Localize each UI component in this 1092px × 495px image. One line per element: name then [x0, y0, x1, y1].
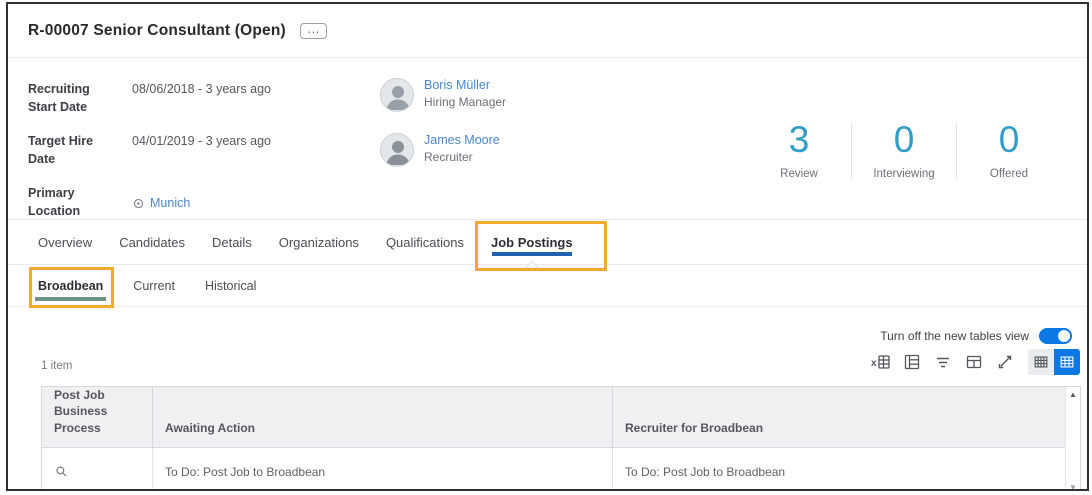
scroll-down-icon[interactable]: ▼ — [1069, 484, 1077, 490]
scroll-up-icon[interactable]: ▲ — [1069, 391, 1077, 399]
new-tables-view-toggle[interactable] — [1039, 328, 1072, 344]
person-name-link[interactable]: Boris Müller — [424, 78, 506, 92]
subtab-current[interactable]: Current — [133, 265, 175, 306]
stat-divider — [956, 121, 957, 180]
sub-tab-bar: Broadbean Current Historical — [8, 265, 1087, 308]
table-cell-process — [42, 448, 153, 489]
title-bar: R-00007 Senior Consultant (Open) … — [8, 4, 1087, 58]
stat-count: 3 — [788, 118, 810, 160]
compact-grid-icon[interactable] — [1028, 349, 1054, 375]
tab-details[interactable]: Details — [212, 220, 252, 264]
field-label: Primary Location — [28, 186, 81, 218]
person-hiring-manager: Boris Müller Hiring Manager — [380, 78, 640, 112]
field-label: Target Hire Date — [28, 134, 94, 166]
grid-view-icon[interactable] — [901, 351, 923, 373]
tab-organizations[interactable]: Organizations — [279, 220, 359, 264]
stat-offered[interactable]: 0 Offered — [963, 118, 1055, 181]
person-name-link[interactable]: James Moore — [424, 133, 500, 147]
main-tab-bar: Overview Candidates Details Organization… — [8, 219, 1087, 277]
stat-interviewing[interactable]: 0 Interviewing — [858, 118, 950, 181]
field-recruiting-start-date: Recruiting Start Date 08/06/2018 - 3 yea… — [28, 81, 380, 116]
item-count: 1 item — [41, 360, 73, 372]
svg-text:x: x — [871, 358, 877, 369]
location-link[interactable]: Munich — [150, 196, 190, 210]
field-primary-location: Primary Location Munich — [28, 185, 380, 220]
tables-view-toggle-row: Turn off the new tables view — [8, 307, 1087, 344]
location-icon — [132, 197, 145, 210]
page-title: R-00007 Senior Consultant (Open) — [28, 21, 286, 39]
stat-label: Interviewing — [873, 168, 935, 181]
field-target-hire-date: Target Hire Date 04/01/2019 - 3 years ag… — [28, 133, 380, 168]
tab-candidates[interactable]: Candidates — [119, 220, 185, 264]
tab-qualifications[interactable]: Qualifications — [386, 220, 464, 264]
avatar[interactable] — [380, 78, 414, 112]
person-role: Hiring Manager — [424, 95, 507, 109]
tab-overview[interactable]: Overview — [38, 220, 92, 264]
app-frame: R-00007 Senior Consultant (Open) … Recru… — [6, 2, 1089, 491]
filter-icon[interactable] — [932, 351, 954, 373]
expand-icon[interactable] — [994, 351, 1016, 373]
column-header-recruiter-for-broadbean[interactable]: Recruiter for Broadbean — [613, 387, 1065, 448]
subtab-label: Broadbean — [38, 278, 104, 293]
table-scrollbar[interactable]: ▲ ▼ — [1065, 387, 1080, 490]
avatar[interactable] — [380, 133, 414, 167]
table-cell-awaiting-action: To Do: Post Job to Broadbean — [153, 448, 613, 489]
stat-label: Offered — [989, 168, 1029, 181]
person-recruiter: James Moore Recruiter — [380, 133, 640, 167]
tab-job-postings[interactable]: Job Postings — [474, 220, 607, 277]
summary-section: Recruiting Start Date 08/06/2018 - 3 yea… — [8, 58, 1087, 219]
field-value: 04/01/2019 - 3 years ago — [132, 134, 271, 148]
magnifier-icon[interactable] — [54, 464, 69, 479]
field-value: Munich — [132, 185, 190, 220]
field-value: 08/06/2018 - 3 years ago — [132, 82, 271, 96]
table-cell-recruiter: To Do: Post Job to Broadbean — [613, 448, 1065, 489]
tab-content: Turn off the new tables view 1 item x Po… — [8, 307, 1087, 490]
toggle-knob — [1058, 330, 1070, 342]
comfortable-grid-icon[interactable] — [1054, 349, 1080, 375]
job-postings-table: Post Job Business Process Awaiting Actio… — [41, 386, 1081, 490]
person-text: Boris Müller Hiring Manager — [424, 78, 506, 109]
more-actions-button[interactable]: … — [299, 22, 327, 39]
subtab-broadbean[interactable]: Broadbean — [29, 265, 115, 308]
field-list: Recruiting Start Date 08/06/2018 - 3 yea… — [28, 78, 380, 219]
people-list: Boris Müller Hiring Manager James Moore … — [380, 78, 640, 219]
stat-label: Review — [780, 168, 818, 181]
table-grid: Post Job Business Process Awaiting Actio… — [42, 387, 1065, 489]
toolbar-icons: x — [870, 349, 1080, 375]
density-segmented-control — [1028, 349, 1080, 375]
stat-count: 0 — [893, 118, 915, 160]
table-toolbar: 1 item x — [8, 344, 1087, 380]
field-label: Recruiting Start Date — [28, 82, 90, 114]
tab-label: Job Postings — [490, 234, 573, 250]
candidate-pipeline-stats: 3 Review 0 Interviewing 0 Offered — [753, 78, 1055, 219]
stat-review[interactable]: 3 Review — [753, 118, 845, 181]
toggle-label: Turn off the new tables view — [880, 329, 1029, 343]
column-options-icon[interactable] — [963, 351, 985, 373]
person-role: Recruiter — [424, 150, 473, 164]
export-to-excel-icon[interactable]: x — [870, 351, 892, 373]
person-text: James Moore Recruiter — [424, 133, 500, 164]
column-header-post-job-business-process[interactable]: Post Job Business Process — [42, 387, 153, 448]
column-header-awaiting-action[interactable]: Awaiting Action — [153, 387, 613, 448]
stat-count: 0 — [998, 118, 1020, 160]
stat-divider — [851, 121, 852, 180]
subtab-historical[interactable]: Historical — [205, 265, 256, 306]
